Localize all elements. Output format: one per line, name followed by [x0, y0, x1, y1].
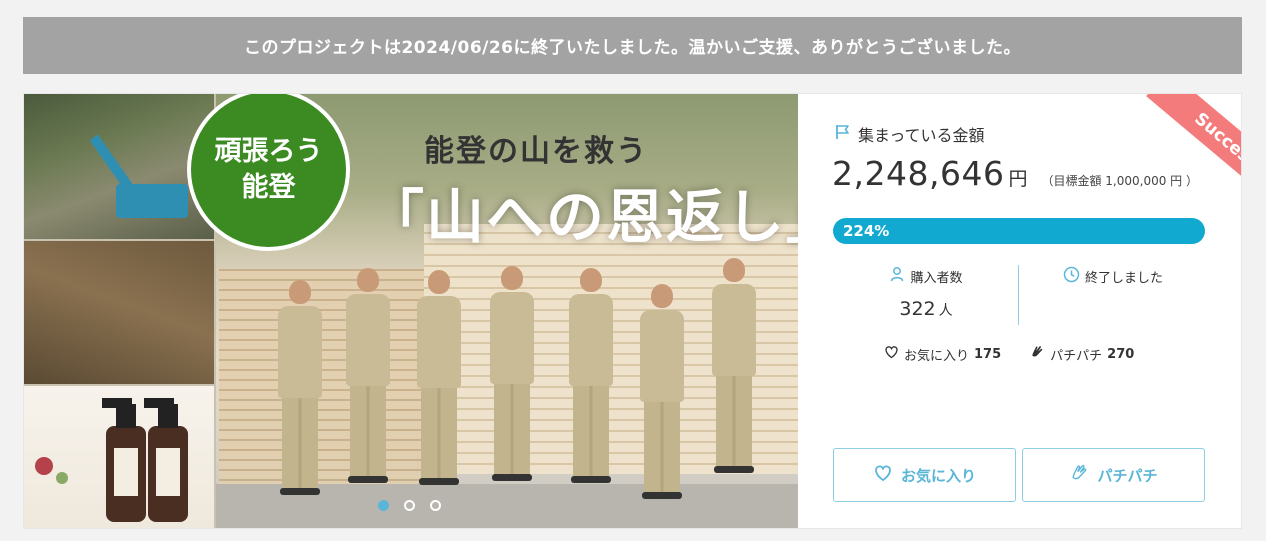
product-bottles-illustration	[35, 398, 188, 522]
project-ended-banner: このプロジェクトは2024/06/26に終了いたしました。温かいご支援、ありがと…	[23, 17, 1242, 74]
heart-icon	[884, 345, 899, 363]
buyers-count: 322	[899, 298, 936, 320]
favorite-button-label: お気に入り	[900, 467, 976, 485]
raised-label: 集まっている金額	[858, 126, 985, 145]
favorite-button[interactable]: お気に入り	[833, 448, 1016, 502]
stat-divider	[1018, 265, 1019, 325]
progress-bar: 224%	[833, 218, 1205, 244]
hero-title: 「山への恩返し」	[366, 183, 798, 251]
currency-unit: 円	[1008, 168, 1028, 190]
excavator-arm	[89, 134, 133, 190]
team-member	[490, 266, 534, 481]
funding-panel: Success 集まっている金額 2,248,646 円 （目標金額 1,000…	[798, 94, 1241, 528]
buyers-stat: 購入者数 322 人	[833, 266, 1019, 320]
engagement-counts: お気に入り 175 パチパチ 270	[884, 344, 1134, 364]
excavator	[116, 184, 188, 218]
time-stat: 終了しました	[1020, 266, 1206, 287]
favorites-count: 175	[974, 346, 1002, 362]
clap-icon	[1069, 463, 1089, 487]
favorites-count-item: お気に入り 175	[884, 345, 1001, 364]
hero-subtitle: 能登の山を救う	[424, 134, 648, 169]
banner-text: このプロジェクトは2024/06/26に終了いたしました。温かいご支援、ありがと…	[243, 38, 1022, 58]
raised-amount: 2,248,646	[832, 154, 1005, 193]
buyers-value: 322 人	[833, 298, 1019, 320]
team-member	[712, 258, 756, 473]
favorites-label: お気に入り	[904, 348, 970, 364]
clap-button[interactable]: パチパチ	[1022, 448, 1205, 502]
buyers-label: 購入者数	[910, 270, 963, 286]
carousel-dots	[378, 500, 441, 511]
project-card: 頑張ろう 能登 能登の山を救う 「山への恩返し」 Success 集まっている金…	[23, 93, 1242, 529]
photo-product-bottles	[24, 386, 214, 528]
carousel-dot-3[interactable]	[430, 500, 441, 511]
badge-line-2: 能登	[241, 171, 296, 203]
clock-icon	[1063, 266, 1080, 287]
team-member	[346, 268, 390, 483]
flag-icon	[834, 123, 852, 145]
claps-count-item: パチパチ 270	[1029, 344, 1134, 364]
ganbarou-noto-badge: 頑張ろう 能登	[187, 94, 350, 251]
raised-label-row: 集まっている金額	[834, 122, 985, 146]
team-member	[569, 268, 613, 483]
team-member	[417, 270, 461, 485]
goal-amount: （目標金額 1,000,000 円 ）	[1041, 174, 1198, 188]
time-status: 終了しました	[1084, 271, 1163, 286]
progress-percent: 224%	[843, 222, 890, 240]
raised-amount-row: 2,248,646 円 （目標金額 1,000,000 円 ）	[832, 154, 1198, 193]
carousel-dot-1[interactable]	[378, 500, 389, 511]
team-member	[278, 280, 322, 495]
team-member	[640, 284, 684, 499]
buyers-label-row: 購入者数	[889, 266, 963, 286]
person-icon	[889, 266, 905, 286]
carousel-dot-2[interactable]	[404, 500, 415, 511]
success-ribbon: Success	[1146, 94, 1241, 212]
clap-icon	[1029, 344, 1045, 364]
time-label-row: 終了しました	[1063, 266, 1163, 287]
buyers-unit: 人	[938, 303, 953, 319]
clap-button-label: パチパチ	[1097, 467, 1158, 485]
photo-forest-excavator	[24, 94, 214, 239]
photo-planting	[24, 241, 214, 384]
claps-count: 270	[1107, 346, 1135, 362]
claps-label: パチパチ	[1050, 348, 1103, 364]
hero-carousel[interactable]: 頑張ろう 能登 能登の山を救う 「山への恩返し」	[24, 94, 798, 528]
heart-icon	[873, 464, 893, 486]
badge-line-1: 頑張ろう	[214, 135, 323, 167]
